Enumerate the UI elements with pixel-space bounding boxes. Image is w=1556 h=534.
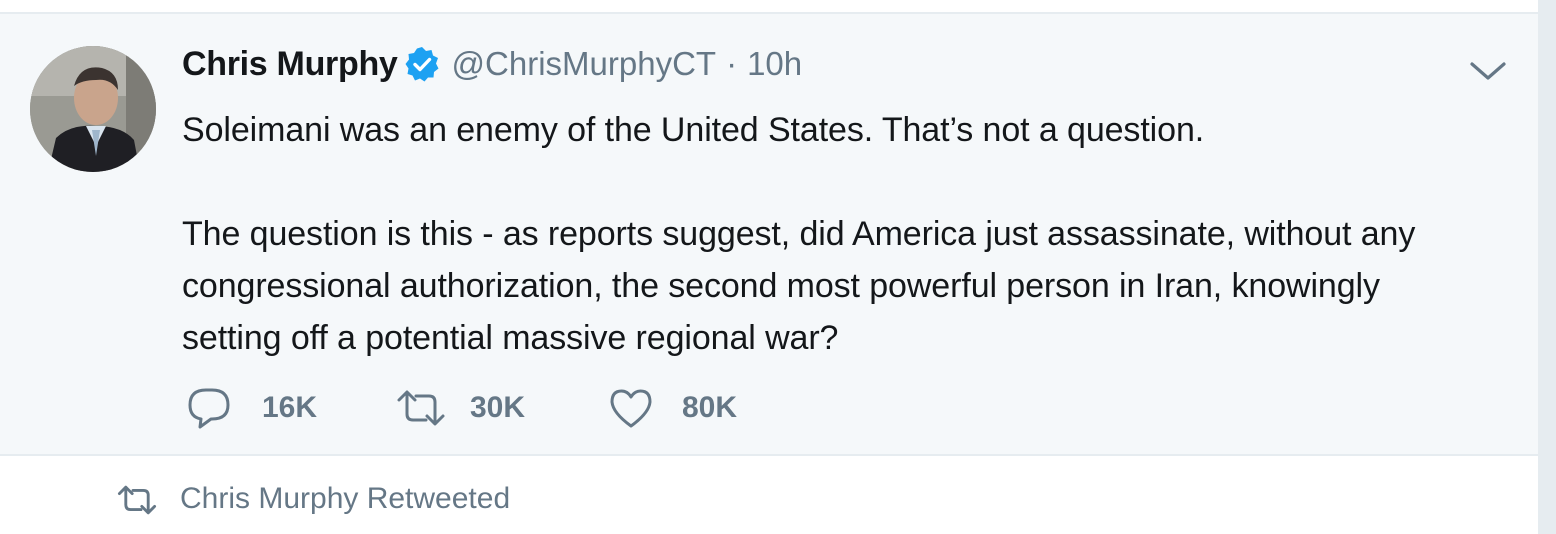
previous-item-edge [0, 0, 1538, 14]
like-count: 80K [682, 391, 738, 424]
reply-button[interactable]: 16K [186, 386, 396, 430]
verified-badge-icon [404, 46, 440, 82]
avatar[interactable] [30, 46, 156, 172]
reply-count: 16K [262, 391, 318, 424]
separator-dot: · [726, 45, 738, 82]
retweet-icon [396, 388, 470, 428]
chevron-down-icon[interactable] [1466, 56, 1510, 86]
reply-icon [186, 386, 262, 430]
scrollbar-track[interactable] [1538, 0, 1556, 534]
tweet-text: Soleimani was an enemy of the United Sta… [182, 104, 1482, 364]
tweet-actions: 16K 30K 80K [186, 386, 737, 430]
tweet-text-paragraph: The question is this - as reports sugges… [182, 215, 1416, 357]
like-button[interactable]: 80K [608, 387, 737, 429]
heart-icon [608, 387, 682, 429]
tweet-text-paragraph: Soleimani was an enemy of the United Sta… [182, 111, 1205, 149]
next-tweet-context: Chris Murphy Retweeted [0, 456, 1538, 534]
tweet-card[interactable]: Chris Murphy @ChrisMurphyCT · 10h Soleim… [0, 14, 1538, 456]
retweet-count: 30K [470, 391, 526, 424]
tweet-timestamp[interactable]: 10h [747, 45, 802, 83]
avatar-photo [30, 46, 156, 172]
tweet-header: Chris Murphy @ChrisMurphyCT · 10h [182, 42, 802, 86]
retweet-button[interactable]: 30K [396, 388, 608, 428]
author-name[interactable]: Chris Murphy [182, 45, 398, 84]
author-handle[interactable]: @ChrisMurphyCT [452, 45, 717, 83]
retweet-icon [116, 484, 158, 516]
retweeted-label[interactable]: Chris Murphy Retweeted [180, 482, 510, 516]
